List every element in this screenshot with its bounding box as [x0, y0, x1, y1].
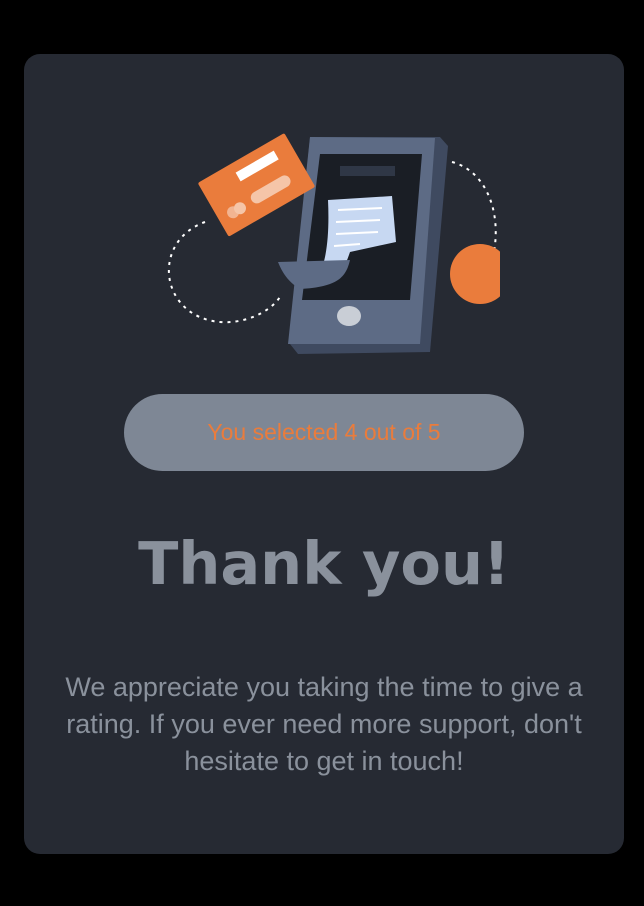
- credit-card-icon: [198, 133, 315, 236]
- page-title: Thank you!: [138, 529, 510, 598]
- thank-you-card: You selected 4 out of 5 Thank you! We ap…: [24, 54, 624, 854]
- dashed-path-left: [167, 221, 281, 324]
- selected-rating-badge: You selected 4 out of 5: [124, 394, 524, 471]
- payment-illustration: [167, 133, 500, 354]
- thank-you-message: We appreciate you taking the time to giv…: [65, 672, 583, 776]
- orange-dot-icon: [450, 244, 500, 304]
